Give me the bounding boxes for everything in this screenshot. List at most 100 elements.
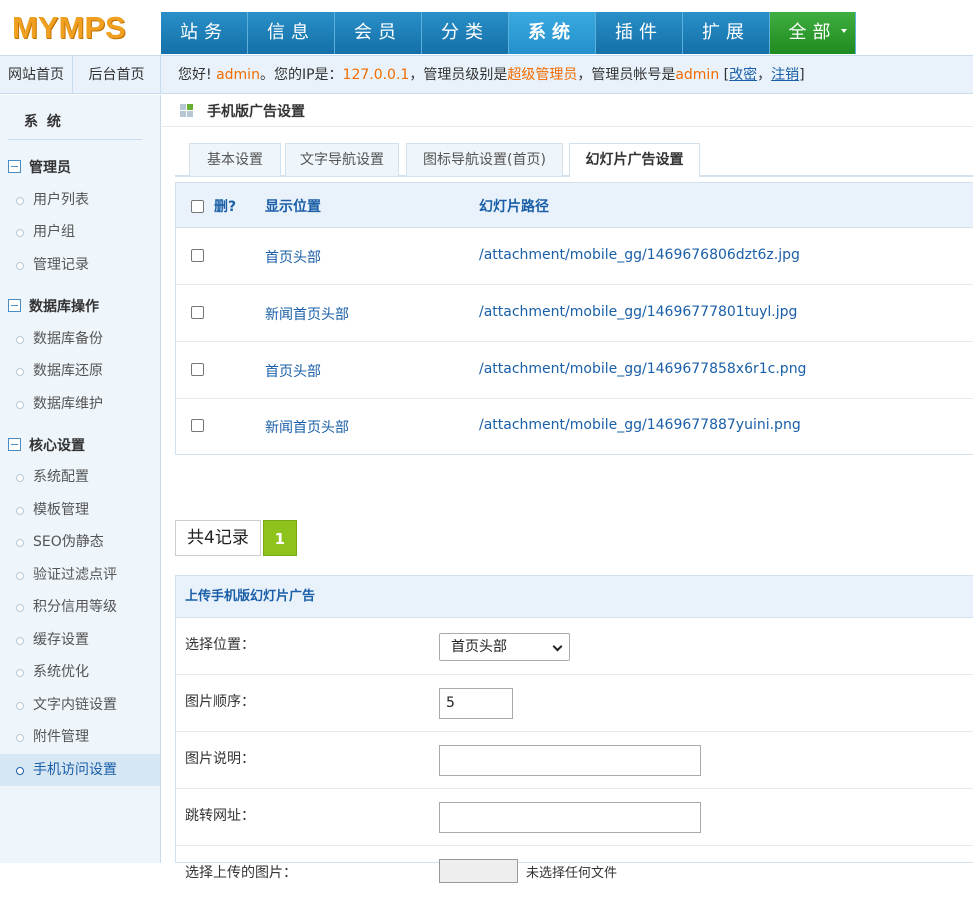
- select-all-checkbox[interactable]: [191, 200, 204, 213]
- row-checkbox[interactable]: [191, 249, 204, 262]
- nav-plugin[interactable]: 插件: [596, 12, 683, 54]
- position-label: 选择位置：: [185, 637, 255, 653]
- open-bracket: [: [719, 67, 730, 83]
- table-row: 首页头部 /attachment/mobile_gg/1469676806dzt…: [176, 228, 973, 285]
- url-label: 跳转网址：: [185, 808, 255, 824]
- site-home-link[interactable]: 网站首页: [0, 56, 73, 94]
- description-input[interactable]: [439, 745, 701, 776]
- url-input[interactable]: [439, 802, 701, 833]
- sidebar-item-user-list[interactable]: 用户列表: [0, 184, 160, 216]
- sidebar-item-admin-log[interactable]: 管理记录: [0, 249, 160, 281]
- logo: MYMPS: [12, 10, 126, 45]
- ip-label: 。您的IP是：: [259, 67, 343, 83]
- nav-extend[interactable]: 扩展: [683, 12, 770, 54]
- greeting-text: 您好!: [178, 67, 212, 83]
- nav-category[interactable]: 分类: [422, 12, 509, 54]
- upload-form-title: 上传手机版幻灯片广告: [176, 576, 973, 618]
- row-position[interactable]: 首页头部: [265, 361, 321, 381]
- sidebar-group-label: 管理员: [29, 160, 71, 176]
- position-select-value: 首页头部: [451, 639, 507, 655]
- upload-form: 上传手机版幻灯片广告 选择位置： 首页头部 图片顺序： 5 图片说明： 跳转网址…: [175, 575, 973, 883]
- sidebar-item-user-group[interactable]: 用户组: [0, 216, 160, 248]
- sidebar-group-admin[interactable]: 管理员: [8, 157, 71, 177]
- tab-text-nav[interactable]: 文字导航设置: [285, 143, 399, 177]
- close-bracket: ]: [799, 67, 805, 83]
- chevron-down-icon: [552, 641, 563, 652]
- col-delete: 删?: [214, 199, 237, 215]
- row-position[interactable]: 新闻首页头部: [265, 304, 349, 324]
- sidebar: 系 统 管理员 用户列表 用户组 管理记录 数据库操作 数据库备份 数据库还原 …: [0, 95, 161, 863]
- admin-account: admin: [675, 67, 720, 83]
- sidebar-item-db-restore[interactable]: 数据库还原: [0, 355, 160, 387]
- row-checkbox[interactable]: [191, 363, 204, 376]
- record-count: 共4记录: [175, 520, 261, 556]
- sidebar-group-label: 核心设置: [29, 438, 85, 454]
- order-input[interactable]: 5: [439, 688, 513, 719]
- form-row-description: 图片说明：: [176, 732, 973, 789]
- position-select[interactable]: 首页头部: [439, 633, 570, 661]
- row-path[interactable]: /attachment/mobile_gg/1469676806dzt6z.jp…: [479, 247, 800, 263]
- username: admin: [216, 67, 260, 83]
- file-hint: 未选择任何文件: [526, 866, 618, 881]
- change-password-link[interactable]: 改密: [729, 67, 757, 83]
- collapse-icon: [8, 160, 21, 173]
- row-path[interactable]: /attachment/mobile_gg/1469677858x6r1c.pn…: [479, 361, 806, 377]
- logout-link[interactable]: 注销: [771, 67, 799, 83]
- tab-bar: 基本设置 文字导航设置 图标导航设置(首页) 幻灯片广告设置: [175, 143, 973, 178]
- col-path: 幻灯片路径: [479, 199, 549, 215]
- collapse-icon: [8, 438, 21, 451]
- row-checkbox[interactable]: [191, 306, 204, 319]
- account-label: ，管理员帐号是: [577, 67, 676, 83]
- welcome-message: 您好! admin。您的IP是：127.0.0.1，管理员级别是超级管理员，管理…: [178, 56, 805, 94]
- page-title: 手机版广告设置: [207, 104, 305, 120]
- row-path[interactable]: /attachment/mobile_gg/14696777801tuyl.jp…: [479, 304, 797, 320]
- nav-system[interactable]: 系统: [509, 12, 596, 54]
- table-row: 首页头部 /attachment/mobile_gg/1469677858x6r…: [176, 342, 973, 399]
- table-row: 新闻首页头部 /attachment/mobile_gg/1469677887y…: [176, 399, 973, 456]
- nav-member[interactable]: 会员: [335, 12, 422, 54]
- sidebar-item-optimize[interactable]: 系统优化: [0, 656, 160, 688]
- order-label: 图片顺序：: [185, 694, 255, 710]
- level-label: ，管理员级别是: [409, 67, 508, 83]
- sidebar-item-inner-link[interactable]: 文字内链设置: [0, 689, 160, 721]
- top-header: MYMPS 站务 信息 会员 分类 系统 插件 扩展 全部: [0, 0, 973, 55]
- sidebar-item-attachment[interactable]: 附件管理: [0, 721, 160, 753]
- page-button[interactable]: 1: [262, 520, 297, 556]
- tab-basic[interactable]: 基本设置: [189, 143, 281, 177]
- sidebar-item-template[interactable]: 模板管理: [0, 494, 160, 526]
- row-position[interactable]: 首页头部: [265, 247, 321, 267]
- sidebar-group-core[interactable]: 核心设置: [8, 435, 85, 455]
- description-label: 图片说明：: [185, 751, 255, 767]
- nav-all[interactable]: 全部: [770, 12, 856, 54]
- row-position[interactable]: 新闻首页头部: [265, 417, 349, 437]
- form-row-file: 选择上传的图片： 未选择任何文件: [176, 846, 973, 903]
- sidebar-item-seo[interactable]: SEO伪静态: [0, 526, 160, 558]
- sidebar-item-db-backup[interactable]: 数据库备份: [0, 323, 160, 355]
- sidebar-group-database[interactable]: 数据库操作: [8, 296, 99, 316]
- admin-home-link[interactable]: 后台首页: [73, 56, 161, 94]
- nav-all-label: 全部: [788, 22, 837, 43]
- sidebar-item-cache[interactable]: 缓存设置: [0, 624, 160, 656]
- nav-info[interactable]: 信息: [248, 12, 335, 54]
- sidebar-item-filter[interactable]: 验证过滤点评: [0, 559, 160, 591]
- nav-station[interactable]: 站务: [161, 12, 248, 54]
- collapse-icon: [8, 299, 21, 312]
- main-nav: 站务 信息 会员 分类 系统 插件 扩展 全部: [161, 12, 856, 54]
- row-checkbox[interactable]: [191, 419, 204, 432]
- table-row: 新闻首页头部 /attachment/mobile_gg/14696777801…: [176, 285, 973, 342]
- sidebar-item-mobile[interactable]: 手机访问设置: [0, 754, 160, 786]
- tab-icon-nav[interactable]: 图标导航设置(首页): [406, 143, 563, 177]
- col-position: 显示位置: [265, 199, 321, 215]
- main-content: 手机版广告设置 基本设置 文字导航设置 图标导航设置(首页) 幻灯片广告设置 删…: [162, 95, 973, 883]
- page-header: 手机版广告设置: [162, 95, 973, 127]
- sidebar-item-credit[interactable]: 积分信用等级: [0, 591, 160, 623]
- tab-slideshow[interactable]: 幻灯片广告设置: [569, 143, 700, 178]
- ip-value: 127.0.0.1: [342, 67, 410, 83]
- row-path[interactable]: /attachment/mobile_gg/1469677887yuini.pn…: [479, 417, 801, 433]
- grid-icon: [180, 104, 194, 118]
- admin-level: 超级管理员: [507, 67, 578, 83]
- sidebar-item-system-config[interactable]: 系统配置: [0, 461, 160, 493]
- caret-down-icon: [841, 29, 847, 33]
- sidebar-item-db-maintain[interactable]: 数据库维护: [0, 388, 160, 420]
- pagination: 共4记录 1: [175, 520, 297, 556]
